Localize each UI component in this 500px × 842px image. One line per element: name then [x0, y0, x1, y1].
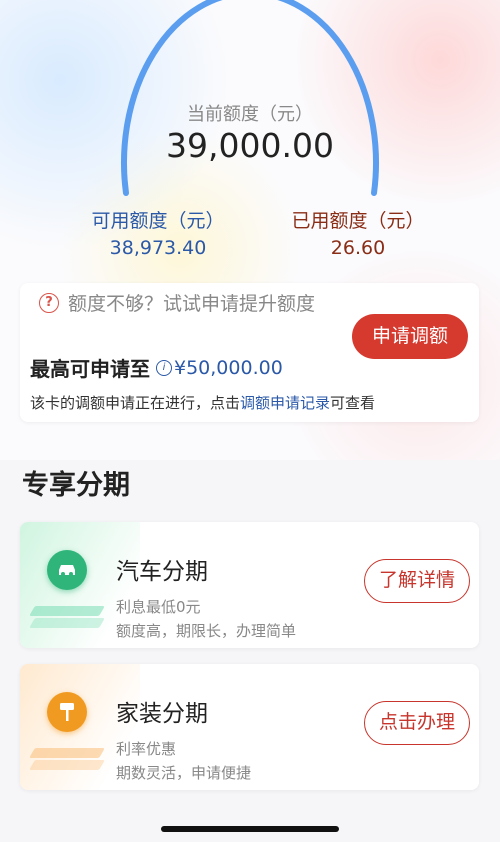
offer-title: 汽车分期 — [116, 559, 208, 585]
offer-feature-text: 额度高，期限长，办理简单 — [116, 622, 297, 640]
available-limit-label: 可用额度（元） — [91, 210, 225, 232]
icon-plate — [29, 748, 105, 758]
offer-feature-text: 期数灵活，申请便捷 — [116, 764, 252, 782]
icon-plate — [29, 618, 105, 628]
paint-roller-icon — [47, 692, 87, 732]
offer-title: 家装分期 — [116, 701, 208, 727]
current-limit-label: 当前额度（元） — [187, 104, 313, 125]
max-apply-value: ¥50,000.00 — [174, 356, 283, 379]
home-installment-card[interactable]: 家装分期 利率优惠 期数灵活，申请便捷 点击办理 — [20, 664, 479, 790]
car-icon — [47, 550, 87, 590]
used-limit-label: 已用额度（元） — [291, 210, 425, 232]
car-learn-more-button[interactable]: 了解详情 — [364, 559, 470, 603]
current-limit-value: 39,000.00 — [166, 126, 334, 165]
max-apply-row: 最高可申请至 i ¥50,000.00 — [30, 353, 283, 382]
home-indicator[interactable] — [161, 826, 339, 832]
offer-rate-text: 利率优惠 — [116, 740, 177, 758]
raise-status-notice: 该卡的调额申请正在进行，点击调额申请记录可查看 — [30, 392, 375, 413]
used-limit: 已用额度（元） 26.60 — [278, 206, 438, 259]
limit-raise-card: ? 额度不够？试试申请提升额度 申请调额 最高可申请至 i ¥50,000.00 该… — [20, 283, 479, 422]
raise-prompt-text: 额度不够？试试申请提升额度 — [68, 293, 316, 315]
apply-limit-raise-button[interactable]: 申请调额 — [352, 314, 468, 359]
raise-record-link[interactable]: 调额申请记录 — [240, 394, 330, 412]
notice-prefix: 该卡的调额申请正在进行，点击 — [30, 394, 241, 412]
info-circle-icon[interactable]: i — [156, 359, 172, 376]
icon-plate — [29, 606, 105, 616]
home-apply-button[interactable]: 点击办理 — [364, 701, 470, 745]
offer-rate-text: 利息最低0元 — [116, 598, 201, 616]
notice-suffix: 可查看 — [330, 394, 376, 412]
max-apply-label: 最高可申请至 — [30, 357, 150, 381]
available-limit-value: 38,973.40 — [109, 237, 207, 259]
available-limit: 可用额度（元） 38,973.40 — [78, 206, 238, 259]
used-limit-value: 26.60 — [330, 237, 386, 259]
question-circle-icon: ? — [39, 293, 59, 313]
car-installment-card[interactable]: 汽车分期 利息最低0元 额度高，期限长，办理简单 了解详情 — [20, 522, 479, 648]
icon-plate — [29, 760, 105, 770]
section-title: 专享分期 — [22, 470, 130, 501]
